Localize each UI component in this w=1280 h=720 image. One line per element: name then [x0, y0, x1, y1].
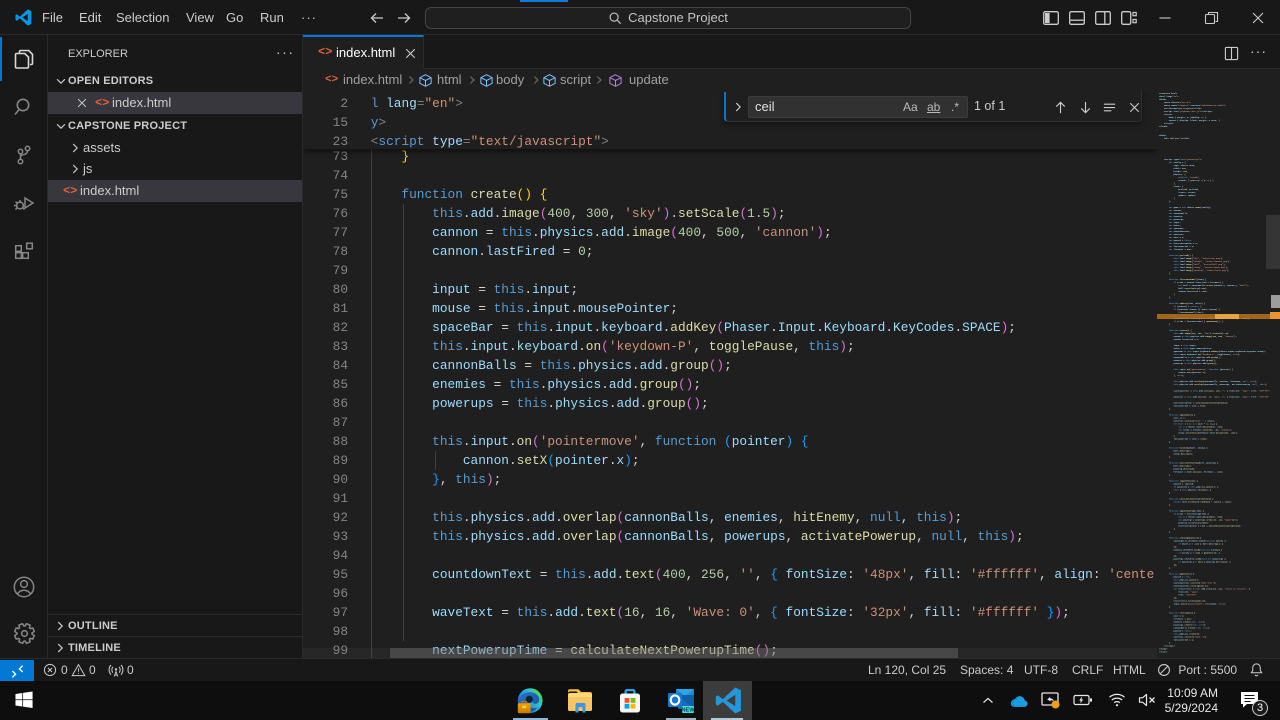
svg-text:NEW: NEW — [681, 707, 695, 713]
